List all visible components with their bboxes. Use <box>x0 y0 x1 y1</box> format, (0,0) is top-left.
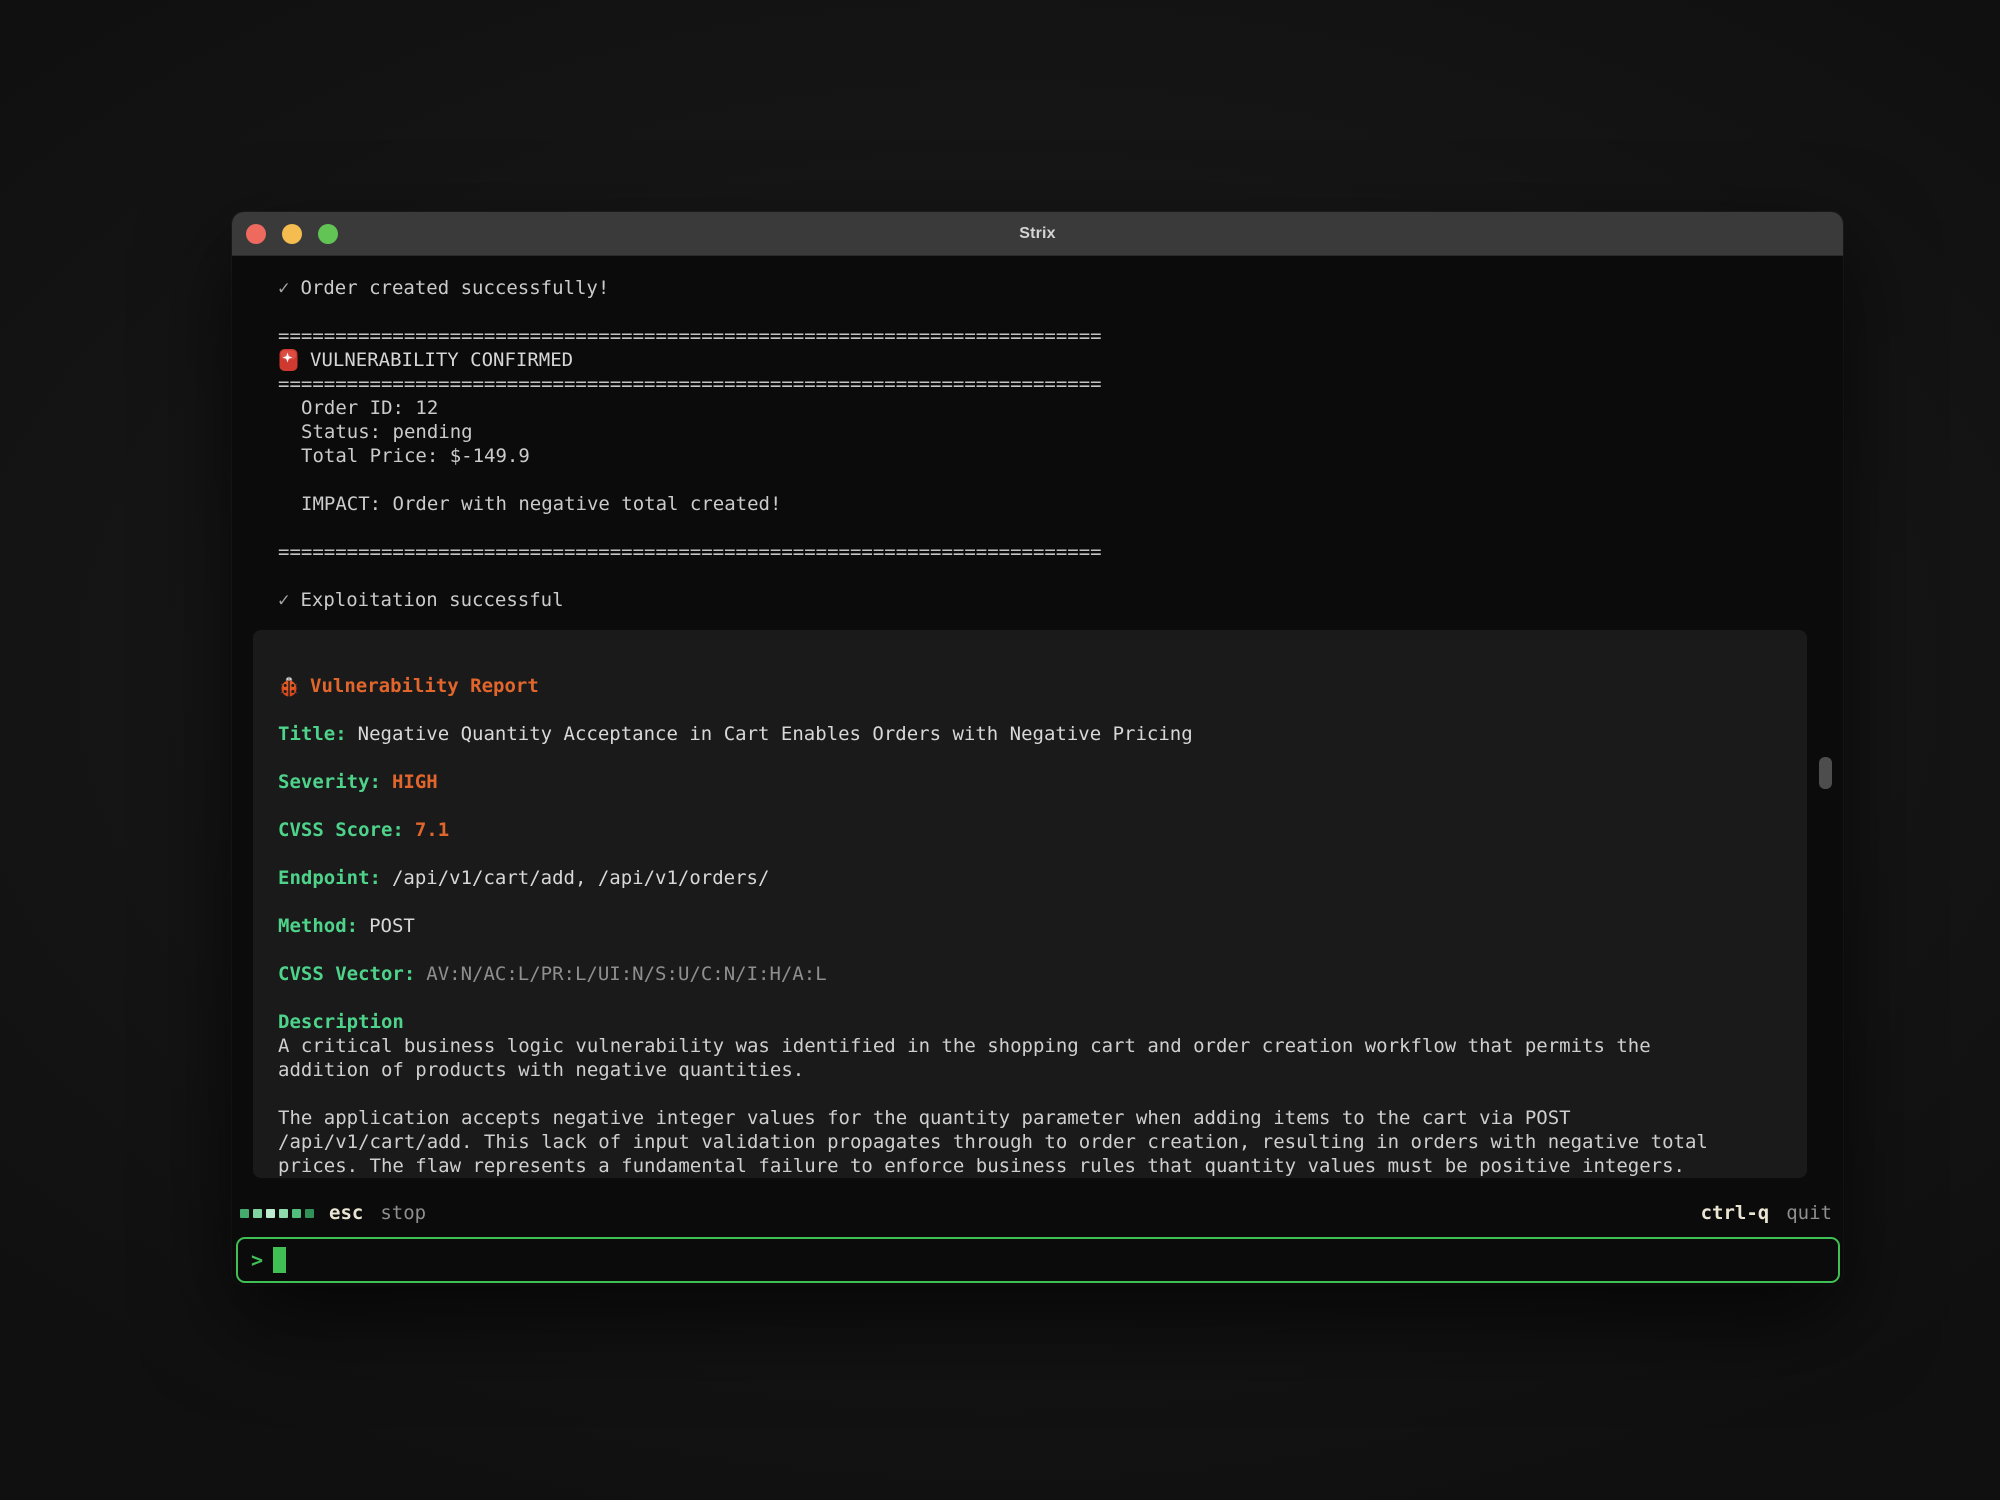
window-titlebar[interactable]: Strix <box>232 212 1843 256</box>
field-label: CVSS Vector: <box>278 963 415 985</box>
field-value: AV:N/AC:L/PR:L/UI:N/S:U/C:N/I:H/A:L <box>426 963 826 985</box>
zoom-button[interactable] <box>318 224 338 244</box>
blank-line <box>278 468 1813 492</box>
minimize-button[interactable] <box>282 224 302 244</box>
vulnerability-report-panel[interactable]: Vulnerability Report Title: Negative Quan… <box>253 630 1807 1178</box>
order-id-line: Order ID: 12 <box>278 396 1813 420</box>
prompt-symbol: > <box>251 1248 263 1272</box>
command-input[interactable]: > <box>236 1237 1840 1283</box>
status-bar: esc stop ctrl-q quit <box>240 1200 1832 1226</box>
traffic-lights <box>246 224 338 244</box>
blank-line <box>278 986 1782 1010</box>
blank-line <box>278 938 1782 962</box>
siren-icon <box>278 348 310 372</box>
report-field-cvss-vector: CVSS Vector: AV:N/AC:L/PR:L/UI:N/S:U/C:N/… <box>278 962 1782 986</box>
blank-line <box>278 746 1782 770</box>
field-value: /api/v1/cart/add, /api/v1/orders/ <box>392 867 770 889</box>
total-price-line: Total Price: $-149.9 <box>278 444 1813 468</box>
close-button[interactable] <box>246 224 266 244</box>
check-icon: ✓ <box>278 277 289 299</box>
blank-line <box>278 516 1813 540</box>
description-heading: Description <box>278 1010 1782 1034</box>
ctrl-q-key-hint: ctrl-q <box>1701 1201 1770 1225</box>
description-line: A critical business logic vulnerability … <box>278 1034 1782 1058</box>
blank-line <box>278 698 1782 722</box>
order-status-line: Status: pending <box>278 420 1813 444</box>
field-label: Severity: <box>278 771 381 793</box>
field-label: CVSS Score: <box>278 819 404 841</box>
report-field-severity: Severity: HIGH <box>278 770 1782 794</box>
description-line <box>278 1082 1782 1106</box>
scrollbar-thumb[interactable] <box>1819 757 1832 789</box>
separator-line: ========================================… <box>278 372 1813 396</box>
blank-line <box>278 890 1782 914</box>
field-value: Negative Quantity Acceptance in Cart Ena… <box>358 723 1193 745</box>
order-success-line: ✓ Order created successfully! <box>278 276 1813 300</box>
esc-key-hint: esc <box>329 1201 363 1225</box>
exploitation-line: ✓ Exploitation successful <box>278 588 1813 612</box>
separator-line: ========================================… <box>278 540 1813 564</box>
report-field-cvss-score: CVSS Score: 7.1 <box>278 818 1782 842</box>
bug-icon <box>278 674 310 698</box>
description-line: The application accepts negative integer… <box>278 1106 1782 1130</box>
vuln-confirmed-text: VULNERABILITY CONFIRMED <box>310 348 573 372</box>
vuln-confirmed-line: VULNERABILITY CONFIRMED <box>278 348 1813 372</box>
report-heading-line: Vulnerability Report <box>278 674 1782 698</box>
blank-line <box>278 564 1813 588</box>
spinner-icon <box>240 1209 314 1218</box>
report-field-method: Method: POST <box>278 914 1782 938</box>
description-line: addition of products with negative quant… <box>278 1058 1782 1082</box>
order-success-text: Order created successfully! <box>300 277 609 299</box>
blank-line <box>278 794 1782 818</box>
window-title: Strix <box>1019 225 1056 243</box>
report-field-endpoint: Endpoint: /api/v1/cart/add, /api/v1/order… <box>278 866 1782 890</box>
field-label: Method: <box>278 915 358 937</box>
impact-line: IMPACT: Order with negative total create… <box>278 492 1813 516</box>
report-field-title: Title: Negative Quantity Acceptance in Ca… <box>278 722 1782 746</box>
field-value: POST <box>369 915 415 937</box>
description-line: /api/v1/cart/add. This lack of input val… <box>278 1130 1782 1154</box>
field-value: 7.1 <box>415 819 449 841</box>
field-label: Endpoint: <box>278 867 381 889</box>
terminal-log: ✓ Order created successfully! ===========… <box>278 276 1813 612</box>
separator-line: ========================================… <box>278 324 1813 348</box>
stop-action-label: stop <box>380 1201 426 1225</box>
exploitation-text: Exploitation successful <box>300 589 563 611</box>
check-icon: ✓ <box>278 589 289 611</box>
blank-line <box>278 842 1782 866</box>
strix-terminal-window: Strix ✓ Order created successfully! =====… <box>232 212 1843 1285</box>
field-value: HIGH <box>392 771 438 793</box>
blank-line <box>278 300 1813 324</box>
quit-action-label: quit <box>1786 1201 1832 1225</box>
text-cursor <box>273 1247 286 1273</box>
description-line: prices. The flaw represents a fundamenta… <box>278 1154 1782 1178</box>
report-heading-text: Vulnerability Report <box>310 674 539 698</box>
field-label: Title: <box>278 723 347 745</box>
